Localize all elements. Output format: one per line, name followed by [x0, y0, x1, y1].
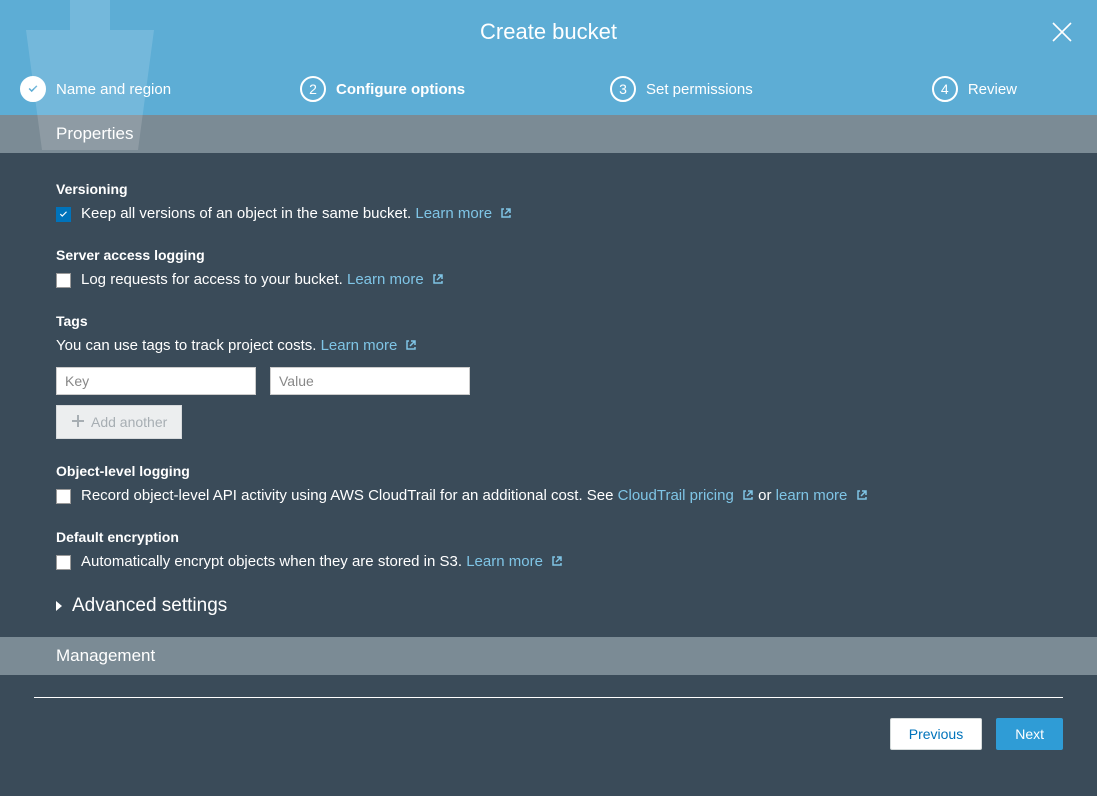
encryption-text: Automatically encrypt objects when they …	[81, 553, 563, 571]
caret-right-icon	[56, 601, 62, 611]
section-management-header: Management	[0, 637, 1097, 675]
advanced-settings-toggle[interactable]: Advanced settings	[56, 595, 1041, 617]
server-logging-learn-more-link[interactable]: Learn more	[347, 271, 444, 288]
server-logging-title: Server access logging	[56, 247, 1041, 263]
step-number: 3	[610, 76, 636, 102]
next-button[interactable]: Next	[996, 718, 1063, 750]
advanced-settings-label: Advanced settings	[72, 595, 227, 617]
external-link-icon	[405, 338, 417, 355]
step-configure-options[interactable]: 2 Configure options	[300, 76, 610, 102]
link-text: learn more	[776, 487, 848, 504]
check-icon	[20, 76, 46, 102]
wizard-steps: Name and region 2 Configure options 3 Se…	[0, 63, 1097, 115]
link-text: Learn more	[415, 205, 492, 222]
dialog-header: Create bucket	[0, 0, 1097, 63]
tag-key-input[interactable]	[56, 367, 256, 395]
add-button-label: Add another	[91, 414, 167, 430]
versioning-group: Versioning Keep all versions of an objec…	[56, 181, 1041, 223]
versioning-desc: Keep all versions of an object in the sa…	[81, 205, 411, 222]
versioning-learn-more-link[interactable]: Learn more	[415, 205, 512, 222]
tags-group: Tags You can use tags to track project c…	[56, 313, 1041, 439]
server-logging-desc: Log requests for access to your bucket.	[81, 271, 343, 288]
step-number: 2	[300, 76, 326, 102]
encryption-title: Default encryption	[56, 529, 1041, 545]
object-logging-desc: Record object-level API activity using A…	[81, 487, 613, 504]
plus-icon	[71, 414, 85, 431]
versioning-title: Versioning	[56, 181, 1041, 197]
step-number: 4	[932, 76, 958, 102]
step-label: Name and region	[56, 81, 171, 98]
tags-learn-more-link[interactable]: Learn more	[321, 337, 418, 354]
step-label: Review	[968, 81, 1017, 98]
link-text: Learn more	[347, 271, 424, 288]
external-link-icon	[856, 488, 868, 505]
object-logging-group: Object-level logging Record object-level…	[56, 463, 1041, 505]
external-link-icon	[551, 554, 563, 571]
section-properties-header: Properties	[0, 115, 1097, 153]
cloudtrail-pricing-link[interactable]: CloudTrail pricing	[618, 487, 759, 504]
step-name-region[interactable]: Name and region	[20, 76, 300, 102]
dialog-title: Create bucket	[480, 19, 617, 45]
object-logging-learn-more-link[interactable]: learn more	[776, 487, 868, 504]
encryption-group: Default encryption Automatically encrypt…	[56, 529, 1041, 571]
close-icon[interactable]	[1051, 21, 1073, 43]
link-text: CloudTrail pricing	[618, 487, 734, 504]
tags-title: Tags	[56, 313, 1041, 329]
step-set-permissions[interactable]: 3 Set permissions	[610, 76, 890, 102]
object-logging-or: or	[758, 487, 776, 504]
properties-panel: Versioning Keep all versions of an objec…	[0, 153, 1097, 637]
wizard-footer: Previous Next	[0, 698, 1097, 770]
previous-button[interactable]: Previous	[890, 718, 982, 750]
link-text: Learn more	[466, 553, 543, 570]
step-label: Set permissions	[646, 81, 753, 98]
encryption-desc: Automatically encrypt objects when they …	[81, 553, 462, 570]
object-logging-title: Object-level logging	[56, 463, 1041, 479]
server-logging-text: Log requests for access to your bucket. …	[81, 271, 444, 289]
tags-desc: You can use tags to track project costs.	[56, 337, 316, 354]
step-label: Configure options	[336, 81, 465, 98]
versioning-text: Keep all versions of an object in the sa…	[81, 205, 512, 223]
tag-value-input[interactable]	[270, 367, 470, 395]
server-logging-checkbox[interactable]	[56, 273, 71, 288]
versioning-checkbox[interactable]	[56, 207, 71, 222]
server-logging-group: Server access logging Log requests for a…	[56, 247, 1041, 289]
add-another-tag-button[interactable]: Add another	[56, 405, 182, 439]
link-text: Learn more	[321, 337, 398, 354]
step-review[interactable]: 4 Review	[890, 76, 1077, 102]
object-logging-checkbox[interactable]	[56, 489, 71, 504]
external-link-icon	[500, 206, 512, 223]
encryption-learn-more-link[interactable]: Learn more	[466, 553, 563, 570]
external-link-icon	[432, 272, 444, 289]
object-logging-text: Record object-level API activity using A…	[81, 487, 868, 505]
external-link-icon	[742, 488, 754, 505]
encryption-checkbox[interactable]	[56, 555, 71, 570]
